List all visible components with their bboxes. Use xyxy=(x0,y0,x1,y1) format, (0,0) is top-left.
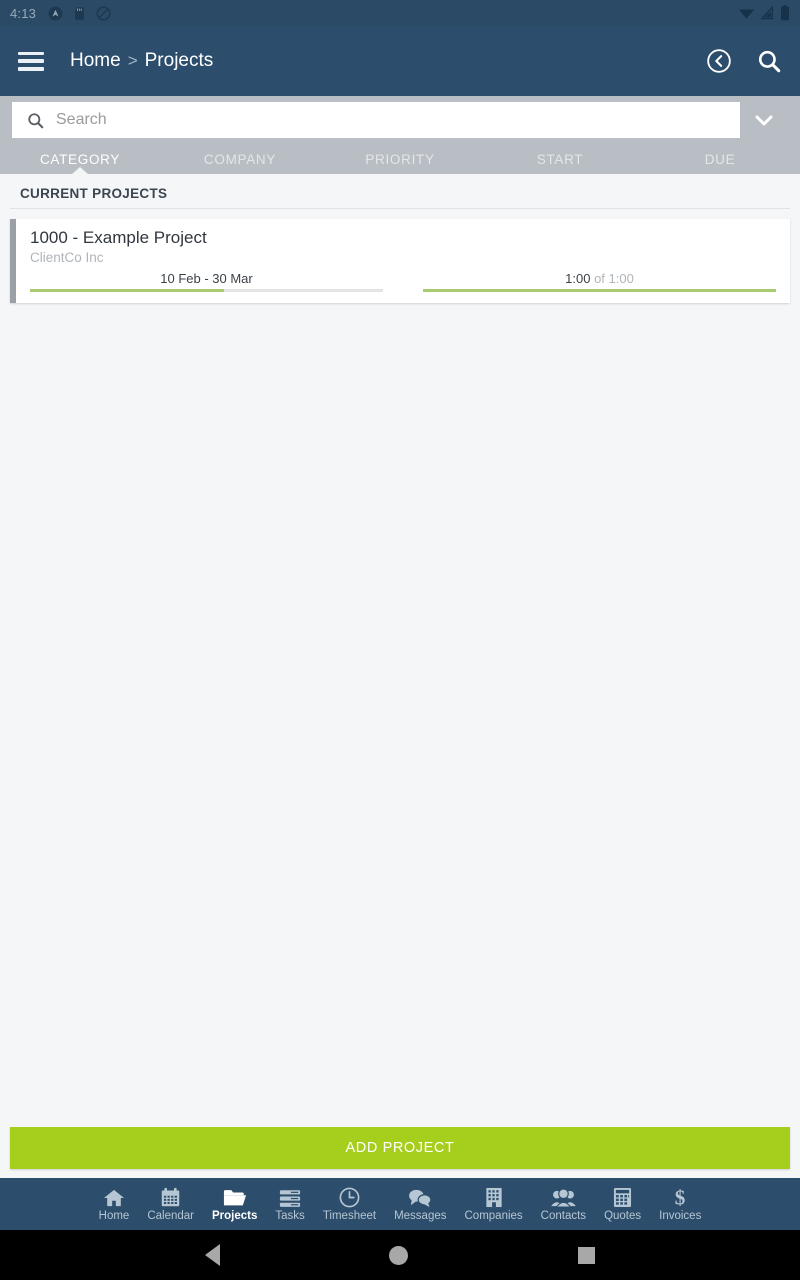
time-progress: 1:00 of 1:00 xyxy=(423,271,776,292)
tab-company[interactable]: COMPANY xyxy=(160,144,320,174)
breadcrumb: Home > Projects xyxy=(70,50,213,72)
clock-icon xyxy=(339,1186,360,1208)
bottom-navigation: Home Calendar Projects Tasks Timesheet M… xyxy=(0,1178,800,1230)
search-box[interactable] xyxy=(12,102,740,138)
date-progress-track xyxy=(30,289,383,292)
app-bar: Home > Projects xyxy=(0,26,800,96)
search-bar-container xyxy=(0,96,800,144)
nav-label-tasks: Tasks xyxy=(275,1210,305,1222)
cellular-signal-icon xyxy=(760,6,774,20)
nav-item-invoices[interactable]: $ Invoices xyxy=(650,1186,710,1222)
time-of-word: of xyxy=(594,271,605,286)
nav-item-quotes[interactable]: Quotes xyxy=(595,1186,650,1222)
nav-item-calendar[interactable]: Calendar xyxy=(138,1186,203,1222)
list-icon xyxy=(279,1186,301,1208)
nav-item-contacts[interactable]: Contacts xyxy=(532,1186,595,1222)
tab-priority[interactable]: PRIORITY xyxy=(320,144,480,174)
nav-label-companies: Companies xyxy=(464,1210,523,1222)
battery-icon xyxy=(781,5,789,21)
time-progress-fill xyxy=(423,289,776,292)
folder-icon xyxy=(223,1186,247,1208)
do-not-disturb-icon xyxy=(96,6,111,20)
time-label: 1:00 of 1:00 xyxy=(423,271,776,286)
chevron-down-icon xyxy=(755,115,773,126)
project-card[interactable]: 1000 - Example Project ClientCo Inc 10 F… xyxy=(10,219,790,303)
status-bar-left-icons xyxy=(48,6,111,21)
calculator-icon xyxy=(613,1186,632,1208)
nav-item-tasks[interactable]: Tasks xyxy=(266,1186,313,1222)
section-title: CURRENT PROJECTS xyxy=(10,174,790,209)
nav-item-timesheet[interactable]: Timesheet xyxy=(314,1186,385,1222)
hamburger-menu-icon[interactable] xyxy=(18,51,44,71)
breadcrumb-current: Projects xyxy=(144,50,214,71)
nav-label-home: Home xyxy=(98,1210,130,1222)
nav-label-messages: Messages xyxy=(394,1210,447,1222)
sd-card-icon xyxy=(75,6,84,20)
wifi-icon xyxy=(738,9,755,19)
svg-text:$: $ xyxy=(675,1186,686,1208)
breadcrumb-home[interactable]: Home xyxy=(70,50,121,72)
status-bar: 4:13 xyxy=(0,0,800,26)
time-total: 1:00 xyxy=(608,271,634,286)
main-content: CURRENT PROJECTS 1000 - Example Project … xyxy=(0,174,800,1127)
nav-label-projects: Projects xyxy=(212,1210,258,1222)
date-range-label: 10 Feb - 30 Mar xyxy=(160,271,253,286)
app-notification-icon xyxy=(48,6,63,20)
nav-item-companies[interactable]: Companies xyxy=(456,1186,532,1222)
nav-label-quotes: Quotes xyxy=(604,1210,642,1222)
filter-tabs: CATEGORY COMPANY PRIORITY START DUE xyxy=(0,144,800,174)
project-card-body: 1000 - Example Project ClientCo Inc 10 F… xyxy=(16,219,790,303)
date-progress: 10 Feb - 30 Mar xyxy=(30,271,383,292)
date-progress-fill xyxy=(30,289,225,292)
project-client: ClientCo Inc xyxy=(30,250,104,265)
breadcrumb-separator: > xyxy=(127,51,138,70)
search-icon xyxy=(28,112,44,128)
status-bar-right-icons xyxy=(738,5,790,21)
android-system-nav xyxy=(0,1230,800,1280)
status-bar-time: 4:13 xyxy=(10,5,37,21)
tab-start[interactable]: START xyxy=(480,144,640,174)
project-title: 1000 - Example Project xyxy=(30,228,207,247)
chat-bubbles-icon xyxy=(408,1186,432,1208)
history-icon[interactable] xyxy=(706,48,732,74)
add-project-button[interactable]: ADD PROJECT xyxy=(10,1127,790,1169)
nav-item-messages[interactable]: Messages xyxy=(385,1186,455,1222)
people-icon xyxy=(551,1186,576,1208)
search-icon[interactable] xyxy=(756,48,782,74)
dollar-icon: $ xyxy=(672,1186,688,1208)
calendar-icon xyxy=(160,1186,181,1208)
recents-button[interactable] xyxy=(578,1246,596,1264)
home-button[interactable] xyxy=(389,1245,409,1265)
nav-label-timesheet: Timesheet xyxy=(322,1210,377,1222)
search-expand-button[interactable] xyxy=(740,108,788,132)
building-icon xyxy=(485,1186,503,1208)
nav-item-home[interactable]: Home xyxy=(90,1186,139,1222)
tab-due[interactable]: DUE xyxy=(640,144,800,174)
nav-label-calendar: Calendar xyxy=(147,1210,195,1222)
nav-label-invoices: Invoices xyxy=(659,1210,702,1222)
app-bar-actions xyxy=(706,48,782,74)
tab-category[interactable]: CATEGORY xyxy=(0,144,160,174)
time-logged: 1:00 xyxy=(565,271,591,286)
search-input[interactable] xyxy=(56,111,726,129)
project-progress-group: 10 Feb - 30 Mar 1:00 of 1:00 xyxy=(30,271,776,303)
nav-label-contacts: Contacts xyxy=(540,1210,587,1222)
back-button[interactable] xyxy=(204,1244,220,1266)
time-progress-track xyxy=(423,289,776,292)
nav-item-projects[interactable]: Projects xyxy=(203,1186,266,1222)
app-screen: 4:13 Home > Projects Search CATEGORY COM… xyxy=(0,0,800,1280)
home-icon xyxy=(103,1186,125,1208)
